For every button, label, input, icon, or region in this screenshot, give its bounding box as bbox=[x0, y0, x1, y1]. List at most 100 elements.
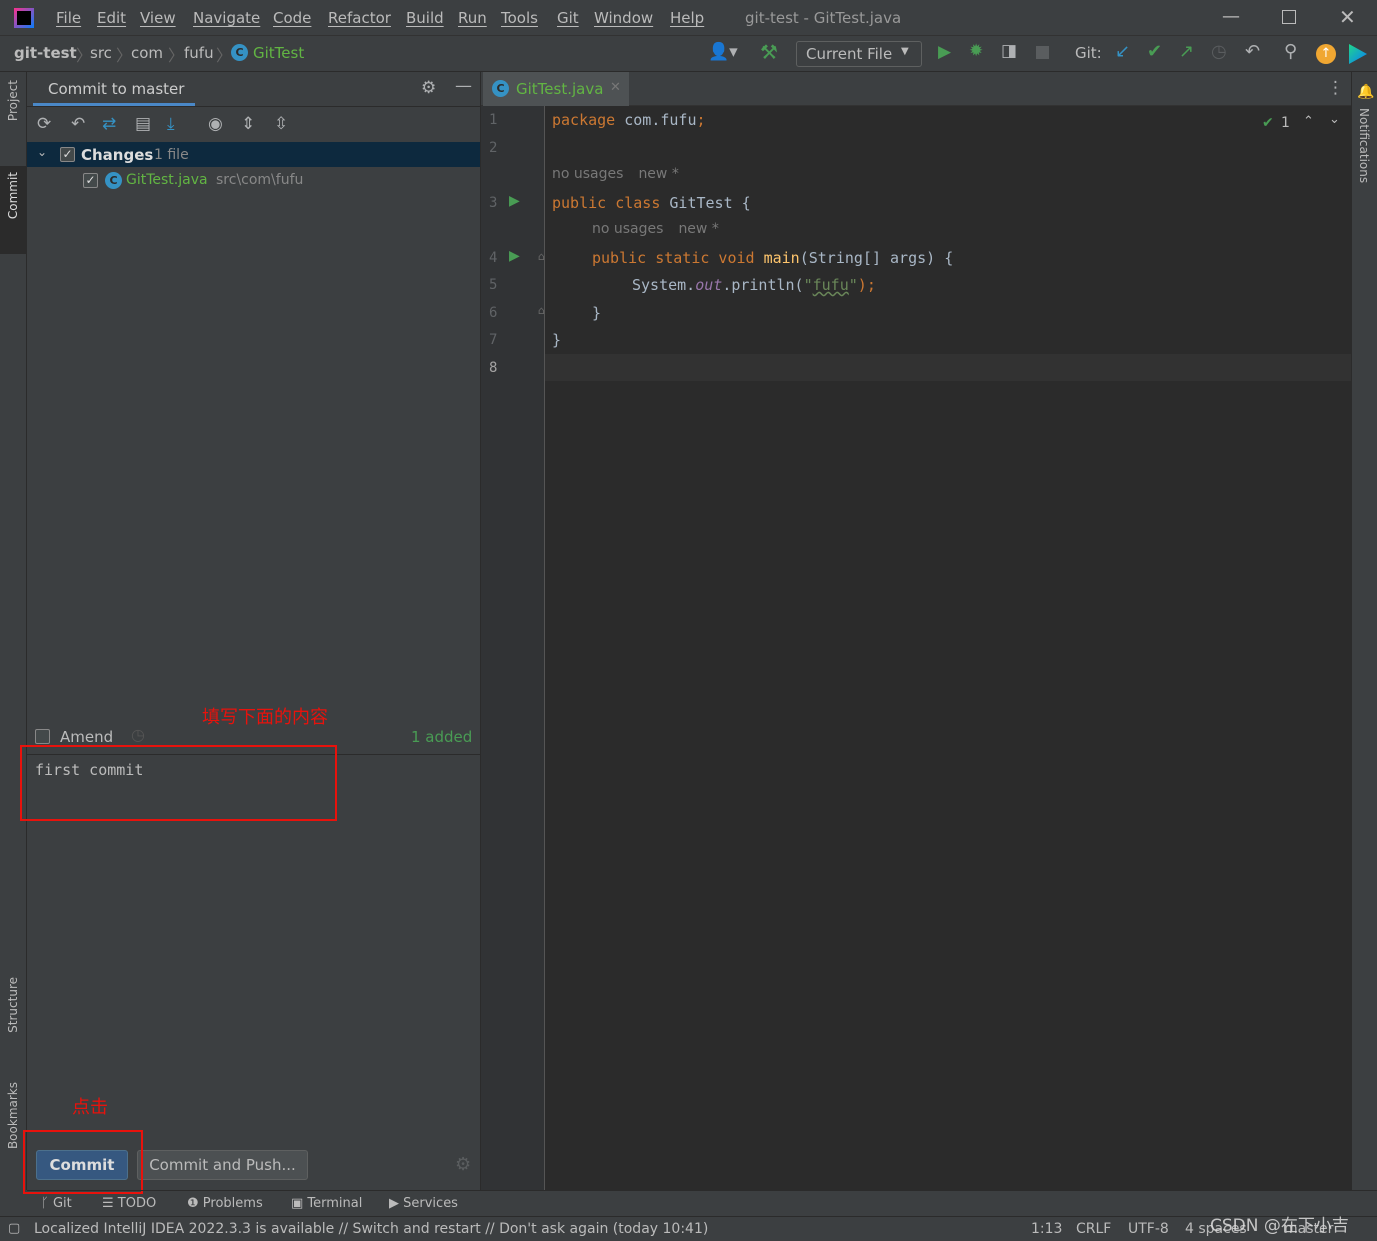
breadcrumb-com[interactable]: com bbox=[131, 44, 163, 62]
close-button[interactable]: ✕ bbox=[1339, 5, 1356, 29]
notifications-tool-button[interactable]: Notifications bbox=[1357, 108, 1371, 183]
code-line-5: System.out.println("fufu"); bbox=[632, 276, 876, 294]
status-bar: ▢ Localized IntelliJ IDEA 2022.3.3 is av… bbox=[0, 1216, 1377, 1241]
commit-and-push-button[interactable]: Commit and Push... bbox=[137, 1150, 308, 1180]
structure-tool-button[interactable]: Structure bbox=[6, 977, 20, 1033]
inspection-ok-icon[interactable]: ✔ bbox=[1262, 115, 1274, 131]
breadcrumb-fufu[interactable]: fufu bbox=[184, 44, 214, 62]
inlay-hint[interactable]: no usages new * bbox=[592, 221, 719, 237]
tool-window-services[interactable]: ▶ Services bbox=[389, 1196, 458, 1211]
right-tool-strip: 🔔 Notifications bbox=[1351, 72, 1377, 1190]
vcs-user-icon[interactable]: 👤▾ bbox=[708, 42, 738, 62]
expand-all-icon[interactable]: ⇕ bbox=[241, 114, 255, 134]
toggle-tool-windows-icon[interactable]: ▢ bbox=[8, 1221, 20, 1236]
hide-icon[interactable]: — bbox=[455, 76, 472, 96]
menu-code[interactable]: Code bbox=[273, 9, 311, 27]
commit-options-gear-icon[interactable]: ⚙ bbox=[455, 1154, 471, 1175]
coverage-icon[interactable]: ◨ bbox=[1001, 41, 1017, 61]
menu-refactor[interactable]: Refactor bbox=[328, 9, 391, 27]
amend-label: Amend bbox=[60, 728, 114, 746]
line-number: 7 bbox=[489, 332, 498, 348]
file-row[interactable]: ✓ C GitTest.java src\com\fufu bbox=[81, 170, 481, 192]
status-message[interactable]: Localized IntelliJ IDEA 2022.3.3 is avai… bbox=[34, 1221, 708, 1237]
menu-run[interactable]: Run bbox=[458, 9, 487, 27]
breadcrumb-class[interactable]: GitTest bbox=[253, 44, 304, 62]
menu-edit[interactable]: Edit bbox=[97, 9, 126, 27]
caret-position[interactable]: 1:13 bbox=[1031, 1221, 1062, 1237]
commit-tool-button[interactable]: Commit bbox=[6, 172, 20, 219]
line-number: 2 bbox=[489, 140, 498, 156]
collapse-all-icon[interactable]: ⇳ bbox=[274, 114, 288, 134]
menu-build[interactable]: Build bbox=[406, 9, 444, 27]
git-commit-icon[interactable]: ✔ bbox=[1147, 41, 1162, 62]
close-tab-icon[interactable]: ✕ bbox=[610, 80, 621, 95]
rollback-icon[interactable]: ↶ bbox=[71, 114, 85, 134]
menu-view[interactable]: View bbox=[140, 9, 176, 27]
fold-icon[interactable]: ⌂ bbox=[538, 304, 545, 317]
breadcrumb-project[interactable]: git-test bbox=[14, 44, 77, 62]
line-number: 6 bbox=[489, 305, 498, 321]
fold-icon[interactable]: ⌂ bbox=[538, 250, 545, 263]
changes-checkbox[interactable]: ✓ bbox=[60, 147, 75, 162]
chevron-down-icon[interactable]: ⌄ bbox=[37, 145, 47, 159]
stop-icon[interactable] bbox=[1036, 46, 1049, 59]
amend-checkbox[interactable] bbox=[35, 729, 50, 744]
menu-navigate[interactable]: Navigate bbox=[193, 9, 260, 27]
toolbox-icon[interactable] bbox=[1349, 44, 1367, 64]
view-options-icon[interactable]: ◉ bbox=[208, 114, 223, 134]
tool-window-git[interactable]: ᚴ Git bbox=[41, 1196, 72, 1211]
menu-help[interactable]: Help bbox=[670, 9, 704, 27]
tool-window-todo[interactable]: ☰ TODO bbox=[102, 1196, 156, 1211]
breadcrumb-src[interactable]: src bbox=[90, 44, 112, 62]
menu-window[interactable]: Window bbox=[594, 9, 653, 27]
more-options-icon[interactable]: ⋮ bbox=[1327, 78, 1344, 98]
minimize-button[interactable]: — bbox=[1222, 6, 1240, 27]
gutter bbox=[481, 106, 545, 1190]
next-highlight-icon[interactable]: ⌄ bbox=[1329, 112, 1340, 127]
run-gutter-icon[interactable]: ▶ bbox=[509, 193, 520, 209]
history-icon[interactable]: ◷ bbox=[131, 725, 145, 744]
inspection-count[interactable]: 1 bbox=[1281, 115, 1290, 131]
shelve-icon[interactable]: ⤓ bbox=[167, 114, 175, 134]
run-config-select[interactable]: Current File ▼ bbox=[796, 41, 922, 67]
tool-window-problems[interactable]: ❶ Problems bbox=[187, 1196, 263, 1211]
menu-git[interactable]: Git bbox=[557, 9, 579, 27]
build-hammer-icon[interactable]: ⚒ bbox=[760, 40, 778, 64]
breadcrumb-separator: 〉 bbox=[116, 46, 133, 65]
tool-window-terminal[interactable]: ▣ Terminal bbox=[291, 1196, 362, 1211]
author-hint[interactable]: new * bbox=[678, 221, 718, 237]
bookmarks-tool-button[interactable]: Bookmarks bbox=[6, 1082, 20, 1149]
rollback-icon[interactable]: ↶ bbox=[1245, 41, 1260, 62]
gear-icon[interactable]: ⚙ bbox=[421, 78, 436, 98]
refresh-icon[interactable]: ⟳ bbox=[37, 114, 51, 134]
java-class-icon: C bbox=[492, 80, 509, 97]
file-encoding[interactable]: UTF-8 bbox=[1128, 1221, 1169, 1237]
line-separator[interactable]: CRLF bbox=[1076, 1221, 1111, 1237]
author-hint[interactable]: new * bbox=[638, 166, 678, 182]
code-line-6: } bbox=[592, 304, 602, 322]
run-gutter-icon[interactable]: ▶ bbox=[509, 248, 520, 264]
usages-hint[interactable]: no usages bbox=[592, 221, 663, 237]
git-update-icon[interactable]: ↙ bbox=[1115, 41, 1130, 62]
update-icon[interactable]: ↑ bbox=[1316, 44, 1336, 64]
git-history-icon[interactable]: ◷ bbox=[1211, 41, 1227, 62]
previous-highlight-icon[interactable]: ⌃ bbox=[1303, 114, 1314, 129]
commit-panel: Commit to master ⚙ — ⟳ ↶ ⇄ ▤ ⤓ ◉ ⇕ ⇳ ⌄ ✓… bbox=[20, 72, 481, 1194]
changelist-icon[interactable]: ▤ bbox=[135, 114, 151, 134]
inlay-hint[interactable]: no usages new * bbox=[552, 166, 679, 182]
git-push-icon[interactable]: ↗ bbox=[1179, 41, 1194, 62]
commit-tab[interactable]: Commit to master bbox=[48, 80, 184, 98]
debug-icon[interactable]: ✹ bbox=[969, 41, 983, 61]
diff-icon[interactable]: ⇄ bbox=[102, 114, 116, 134]
usages-hint[interactable]: no usages bbox=[552, 166, 623, 182]
search-icon[interactable]: ⚲ bbox=[1284, 41, 1297, 62]
run-icon[interactable]: ▶ bbox=[938, 42, 951, 62]
changes-node[interactable]: ⌄ ✓ Changes 1 file bbox=[27, 142, 480, 167]
menu-file[interactable]: File bbox=[56, 9, 81, 27]
project-tool-button[interactable]: Project bbox=[6, 80, 20, 121]
menu-tools[interactable]: Tools bbox=[501, 9, 538, 27]
maximize-button[interactable] bbox=[1282, 10, 1296, 24]
notifications-bell-icon[interactable]: 🔔 bbox=[1357, 84, 1374, 100]
editor-tab[interactable]: C GitTest.java ✕ bbox=[483, 72, 629, 106]
file-checkbox[interactable]: ✓ bbox=[83, 173, 98, 188]
